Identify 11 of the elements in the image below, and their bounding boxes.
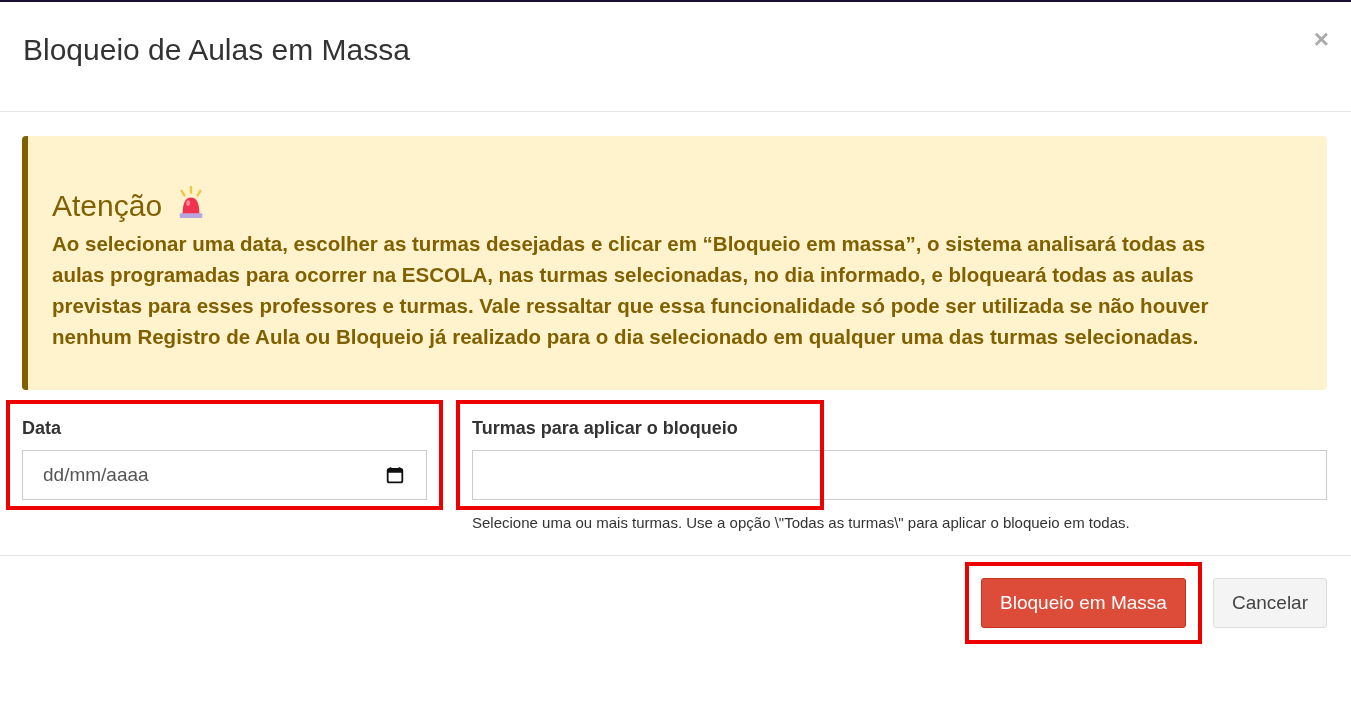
alert-message: Ao selecionar uma data, escolher as turmas desejadas e clicar em “Bloqueio em massa”, o sistema analisará todas as aulas programadas para ocorrer na ESCOLA, nas turmas selecionadas, no dia informado, e bloqueará todas as aulas previstas para esses professores e turmas. Vale ressaltar que essa funcionalidade só pode ser utilizada se não houver nenhum Registro de Aula ou Bloqueio já realizado para o dia selecionado em qualquer uma das turmas selecionadas. xyxy=(52,231,1210,350)
cancel-button[interactable]: Cancelar xyxy=(1212,578,1327,628)
mass-block-button[interactable]: Bloqueio em Massa xyxy=(981,578,1186,628)
alert-title: Atenção xyxy=(52,188,163,224)
calendar-icon[interactable] xyxy=(386,466,404,484)
help-text: Selecione uma ou mais turmas. Use a opção \"Todas as turmas\" para aplicar o bloqueio em todas. xyxy=(472,514,1131,531)
date-field[interactable]: dd/mm/aaaa xyxy=(22,450,427,500)
class-select-field[interactable] xyxy=(472,450,1327,500)
modal-title: Bloqueio de Aulas em Massa xyxy=(23,32,410,67)
field-label: Data xyxy=(22,418,62,439)
field-label: Turmas para aplicar o bloqueio xyxy=(472,418,739,439)
